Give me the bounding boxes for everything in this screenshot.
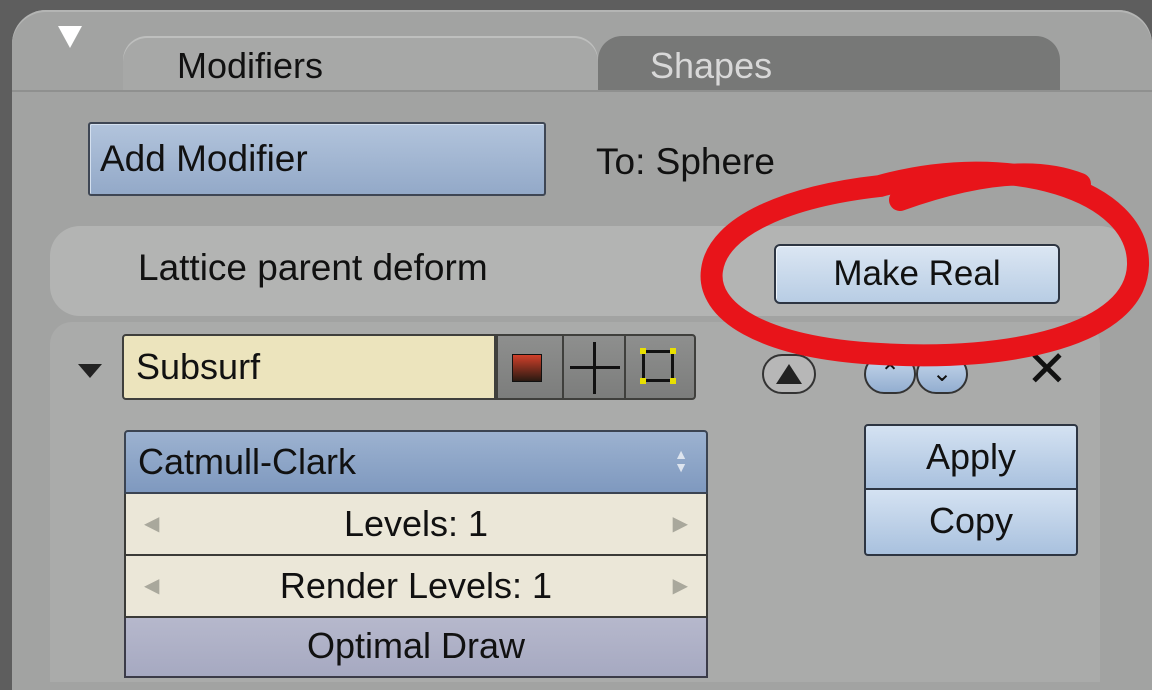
move-down-button[interactable]: ⌄ [916,354,968,394]
triangle-down-icon[interactable] [78,364,102,378]
cage-toggle-button[interactable] [624,334,696,400]
render-toggle-button[interactable] [496,334,564,400]
crosshair-icon-vertical [593,342,596,394]
vertex-dot [670,348,676,354]
move-up-button[interactable]: ⌃ [864,354,916,394]
tab-modifiers[interactable]: Modifiers [123,36,598,90]
chevron-up-icon: ⌃ [879,360,901,387]
vertex-dot [640,378,646,384]
levels-field[interactable]: ◀ Levels: 1 ▶ [124,494,708,556]
arrow-left-icon[interactable]: ◀ [144,494,159,554]
parent-deform-label: Lattice parent deform [138,247,488,288]
make-real-button[interactable]: Make Real [774,244,1060,304]
modifier-name-field[interactable]: Subsurf [122,334,496,400]
arrow-right-icon[interactable]: ▶ [673,494,688,554]
updown-arrows-icon: ▲ ▼ [674,446,688,475]
on-cage-button[interactable] [762,354,816,394]
target-object-label: To: Sphere [596,141,775,182]
vertex-dot [670,378,676,384]
subdivision-type-select[interactable]: Catmull-Clark ▲ ▼ [124,430,708,494]
tab-modifiers-label: Modifiers [177,45,324,86]
tab-divider [12,90,1152,92]
apply-button[interactable]: Apply [864,424,1078,490]
add-modifier-button[interactable]: Add Modifier [88,122,546,196]
subdivision-type-value: Catmull-Clark [138,441,357,482]
tab-shapes-label: Shapes [650,45,773,86]
chevron-down-icon: ⌄ [931,360,953,387]
levels-label: Levels: 1 [343,503,489,544]
close-icon[interactable]: ✕ [1026,344,1068,394]
render-levels-label: Render Levels: 1 [279,565,553,606]
copy-button[interactable]: Copy [864,490,1078,556]
vertex-dot [640,348,646,354]
cage-triangle-icon [776,364,802,384]
editmode-toggle-button[interactable] [562,334,626,400]
tab-shapes[interactable]: Shapes [598,36,1060,90]
render-levels-field[interactable]: ◀ Render Levels: 1 ▶ [124,556,708,618]
triangle-down-icon[interactable] [58,26,82,48]
arrow-right-icon[interactable]: ▶ [673,556,688,616]
render-picture-icon [512,354,542,382]
arrow-left-icon[interactable]: ◀ [144,556,159,616]
optimal-draw-toggle[interactable]: Optimal Draw [124,618,708,678]
